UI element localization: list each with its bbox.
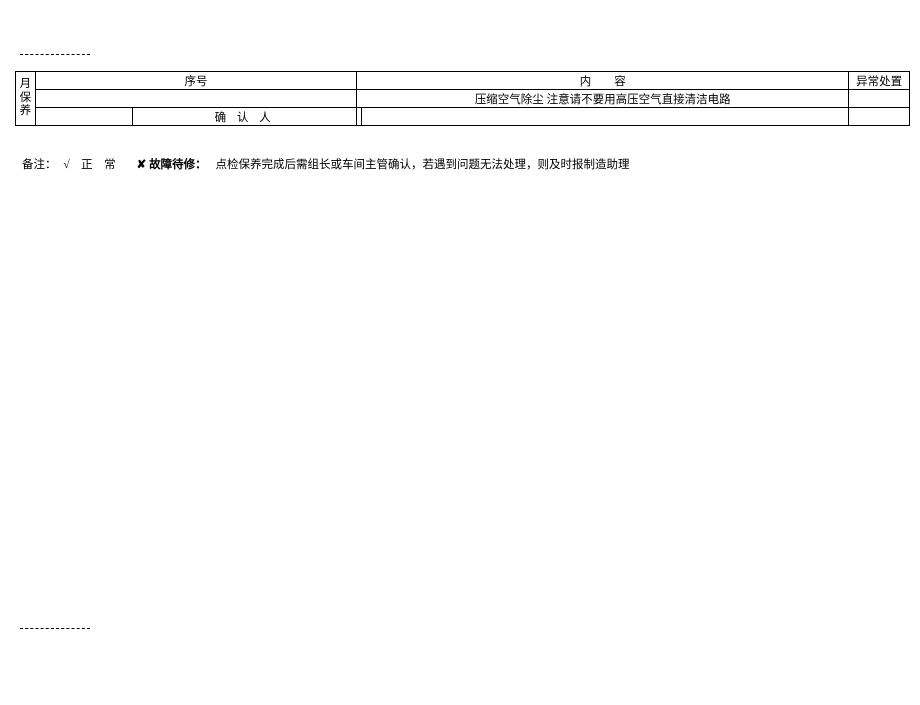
vertical-category-cell: 月保养 [16,72,36,126]
cell-content-value: 压缩空气除尘 注意请不要用高压空气直接清洁电路 [357,90,849,108]
table-data-row: 压缩空气除尘 注意请不要用高压空气直接清洁电路 [16,90,910,108]
table-confirm-row: 确 认 人 [16,108,910,126]
bottom-dashed-separator [20,628,90,629]
table-header-row: 月保养 序号 内 容 异常处置 [16,72,910,90]
maintenance-table: 月保养 序号 内 容 异常处置 压缩空气除尘 注意请不要用高压空气直接清洁电路 … [15,71,910,126]
header-sequence: 序号 [35,72,356,90]
cell-sequence-value [35,90,356,108]
top-dashed-separator [20,54,90,55]
confirm-cell-1 [35,108,132,126]
remark-line: 备注： √ 正 常 ✘ 故障待修： 点检保养完成后需组长或车间主管确认，若遇到问… [22,156,920,172]
header-content: 内 容 [357,72,849,90]
remark-fault: ✘ 故障待修： [137,156,207,172]
remark-prefix: 备注： [22,156,57,172]
cell-abnormal-value [849,90,910,108]
maintenance-table-container: 月保养 序号 内 容 异常处置 压缩空气除尘 注意请不要用高压空气直接清洁电路 … [15,71,910,126]
confirm-label: 确 认 人 [133,108,357,126]
remark-text: 点检保养完成后需组长或车间主管确认，若遇到问题无法处理，则及时报制造助理 [215,156,629,172]
confirm-cell-4 [362,108,849,126]
header-abnormal: 异常处置 [849,72,910,90]
confirm-cell-5 [849,108,910,126]
remark-normal: √ 正 常 [63,156,115,172]
